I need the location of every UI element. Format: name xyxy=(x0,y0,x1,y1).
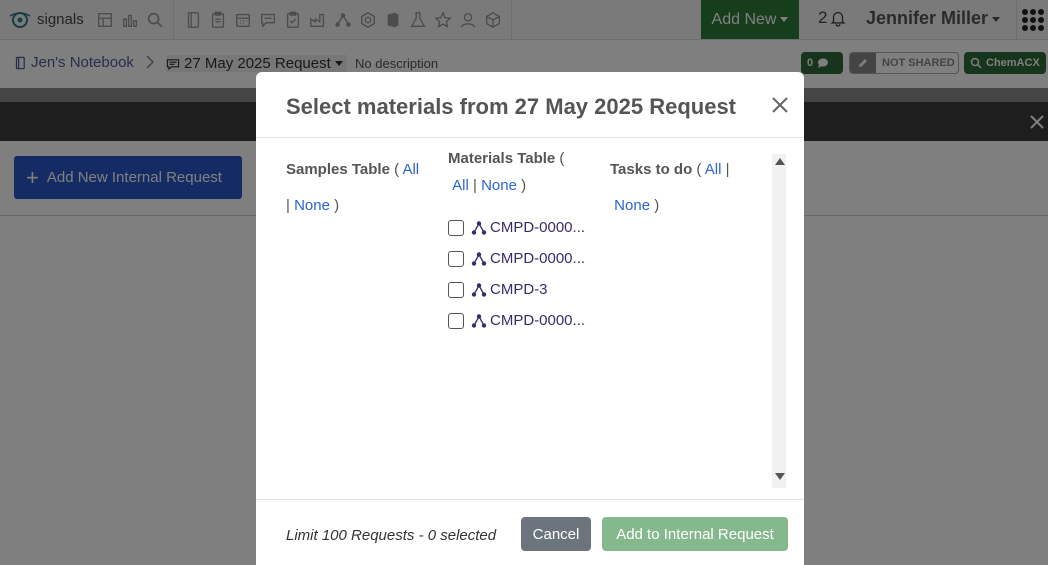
add-to-internal-request-button[interactable]: Add to Internal Request xyxy=(602,517,788,551)
material-name: CMPD-0000... xyxy=(490,250,586,267)
samples-select-all-link[interactable]: All xyxy=(402,161,419,178)
molecule-icon xyxy=(471,220,487,235)
material-name: CMPD-3 xyxy=(490,281,548,298)
samples-table-column: Samples Table ( All | None ) xyxy=(286,161,420,214)
material-checkbox[interactable] xyxy=(448,312,464,329)
tasks-label: Tasks to do xyxy=(610,161,693,178)
tasks-select-all-link[interactable]: All xyxy=(705,161,722,178)
cancel-button[interactable]: Cancel xyxy=(521,517,591,551)
select-materials-dialog: Select materials from 27 May 2025 Reques… xyxy=(256,72,804,565)
dialog-footer: Limit 100 Requests - 0 selected Cancel A… xyxy=(256,499,804,565)
scroll-up-arrow-icon[interactable] xyxy=(775,158,785,165)
molecule-icon xyxy=(471,251,487,266)
material-checkbox[interactable] xyxy=(448,281,464,298)
list-item[interactable]: CMPD-0000... xyxy=(448,243,593,274)
dialog-title: Select materials from 27 May 2025 Reques… xyxy=(286,94,737,119)
materials-list: CMPD-0000... CMPD-0000... CMPD-3 CMPD-00… xyxy=(448,212,593,336)
samples-table-label: Samples Table xyxy=(286,161,390,178)
selection-limit-text: Limit 100 Requests - 0 selected xyxy=(286,527,497,544)
material-checkbox[interactable] xyxy=(448,219,464,236)
material-name: CMPD-0000... xyxy=(490,219,586,236)
materials-table-column: Materials Table ( All | None ) xyxy=(448,150,565,194)
close-icon[interactable] xyxy=(770,95,790,115)
dialog-header: Select materials from 27 May 2025 Reques… xyxy=(256,72,804,138)
materials-table-label: Materials Table xyxy=(448,150,556,167)
samples-select-none-link[interactable]: None xyxy=(294,197,330,214)
materials-select-none-link[interactable]: None xyxy=(481,177,517,194)
tasks-column: Tasks to do ( All | None ) xyxy=(610,161,730,214)
materials-select-all-link[interactable]: All xyxy=(452,177,469,194)
list-item[interactable]: CMPD-0000... xyxy=(448,212,593,243)
material-checkbox[interactable] xyxy=(448,250,464,267)
scrollbar[interactable] xyxy=(772,154,786,488)
tasks-select-none-link[interactable]: None xyxy=(614,197,650,214)
scroll-down-arrow-icon[interactable] xyxy=(775,473,785,480)
list-item[interactable]: CMPD-0000... xyxy=(448,305,593,336)
molecule-icon xyxy=(471,282,487,297)
material-name: CMPD-0000... xyxy=(490,312,586,329)
molecule-icon xyxy=(471,313,487,328)
list-item[interactable]: CMPD-3 xyxy=(448,274,593,305)
